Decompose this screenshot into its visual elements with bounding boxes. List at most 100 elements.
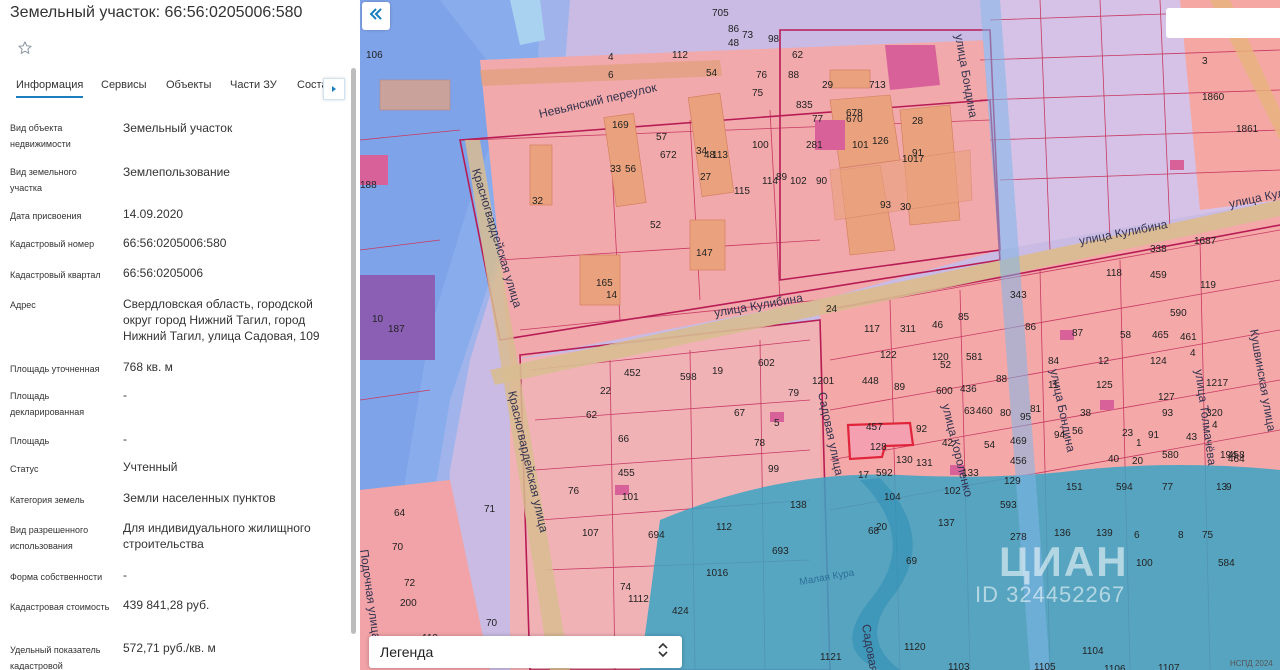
parcel-number-label: 33 xyxy=(610,164,622,175)
parcel-number-label: 594 xyxy=(1116,482,1133,493)
parcel-number-label: 835 xyxy=(796,100,813,111)
parcel-number-label: 8 xyxy=(1178,530,1184,541)
parcel-number-label: 75 xyxy=(1202,530,1214,541)
property-value: - xyxy=(123,388,127,402)
parcel-number-label: 70 xyxy=(486,618,498,629)
parcel-number-label: 580 xyxy=(1162,450,1179,461)
parcel-number-label: 713 xyxy=(869,80,886,91)
tabs-next-button[interactable] xyxy=(323,78,345,100)
parcel-number-label: 693 xyxy=(772,546,789,557)
parcel-number-label: 112 xyxy=(672,50,688,61)
parcel-number-label: 119 xyxy=(1200,280,1216,291)
parcel-number-label: 52 xyxy=(650,220,662,231)
parcel-number-label: 281 xyxy=(806,140,823,151)
property-value: 439 841,28 руб. xyxy=(123,598,210,612)
parcel-number-label: 138 xyxy=(790,500,807,511)
property-label: Адрес xyxy=(10,300,36,310)
parcel-number-label: 169 xyxy=(612,120,629,131)
parcel-number-label: 84 xyxy=(1048,356,1060,367)
parcel-number-label: 56 xyxy=(1072,426,1084,437)
parcel-number-label: 66 xyxy=(618,434,630,445)
star-outline-icon xyxy=(17,40,33,59)
property-value: Земельный участок xyxy=(123,121,233,135)
parcel-number-label: 10 xyxy=(372,314,384,325)
parcel-number-label: 3 xyxy=(1202,56,1208,67)
parcel-number-label: 9 xyxy=(1226,482,1232,493)
property-label: Кадастровая стоимость xyxy=(10,602,110,612)
legend-label: Легенда xyxy=(380,644,434,660)
parcel-number-label: 131 xyxy=(916,458,933,469)
parcel-number-label: 64 xyxy=(394,508,406,519)
parcel-number-label: 5 xyxy=(774,418,780,429)
parcel-number-label: 592 xyxy=(876,468,893,479)
map-canvas[interactable]: Невьянский переулок улица Бондина Красно… xyxy=(360,0,1280,670)
parcel-number-label: 457 xyxy=(866,422,883,433)
tab-services[interactable]: Сервисы xyxy=(101,79,147,91)
parcel-number-label: 27 xyxy=(700,172,712,183)
parcel-number-label: 1 xyxy=(1136,438,1142,449)
parcel-number-label: 1104 xyxy=(1082,646,1104,657)
parcel-number-label: 448 xyxy=(862,376,879,387)
parcel-number-label: 30 xyxy=(900,202,912,213)
property-value: Свердловская область, городской округ го… xyxy=(123,297,320,343)
parcel-number-label: 1217 xyxy=(1206,378,1229,389)
property-value: Земли населенных пунктов xyxy=(123,491,276,505)
parcel-number-label: 67 xyxy=(734,408,746,419)
parcel-number-label: 62 xyxy=(792,50,804,61)
parcel-number-label: 129 xyxy=(1004,476,1021,487)
parcel-number-label: 670 xyxy=(846,114,863,125)
tab-objects[interactable]: Объекты xyxy=(166,79,211,91)
parcel-number-label: 100 xyxy=(1136,558,1153,569)
parcel-number-label: 19 xyxy=(712,366,724,377)
property-value: Для индивидуального жилищного строительс… xyxy=(123,521,311,551)
tab-parcel-parts[interactable]: Части ЗУ xyxy=(230,79,277,91)
parcel-number-label: 48 xyxy=(704,150,716,161)
parcel-number-label: 93 xyxy=(1162,408,1174,419)
parcel-number-label: 88 xyxy=(996,374,1008,385)
parcel-number-label: 101 xyxy=(622,492,639,503)
property-label: Кадастровый квартал xyxy=(10,270,101,280)
parcel-number-label: 1120 xyxy=(904,642,926,653)
watermark-logo: ЦИАН xyxy=(999,538,1129,585)
parcel-number-label: 93 xyxy=(880,200,892,211)
parcel-number-label: 452 xyxy=(624,368,641,379)
property-label: Площадь уточненная xyxy=(10,364,100,374)
parcel-number-label: 54 xyxy=(984,440,996,451)
parcel-number-label: 590 xyxy=(1170,308,1187,319)
favorite-button[interactable] xyxy=(10,36,40,62)
legend-toggle[interactable]: Легенда xyxy=(369,636,682,668)
parcel-number-label: 311 xyxy=(900,324,916,335)
map-search-input[interactable] xyxy=(1166,8,1280,38)
property-label: Удельный показатель кадастровой xyxy=(10,645,101,670)
parcel-number-label: 115 xyxy=(734,186,750,197)
parcel-number-label: 4 xyxy=(1190,348,1196,359)
property-value: 66:56:0205006:580 xyxy=(123,236,227,250)
parcel-number-label: 62 xyxy=(586,410,598,421)
panel-scrollbar[interactable] xyxy=(351,68,356,634)
parcel-number-label: 104 xyxy=(884,492,901,503)
parcel-number-label: 456 xyxy=(1010,456,1027,467)
parcel-number-label: 14 xyxy=(606,290,618,301)
parcel-number-label: 1107 xyxy=(1158,663,1180,670)
parcel-number-label: 424 xyxy=(672,606,689,617)
parcel-number-label: 92 xyxy=(916,424,928,435)
tab-information[interactable]: Информация xyxy=(16,79,84,98)
parcel-number-label: 86 xyxy=(1025,322,1037,333)
parcel-number-label: 460 xyxy=(976,406,993,417)
chevron-right-icon xyxy=(330,80,338,98)
parcel-number-label: 1860 xyxy=(1202,92,1225,103)
parcel-number-label: 75 xyxy=(752,88,764,99)
collapse-panel-button[interactable] xyxy=(362,2,390,30)
parcel-number-label: 79 xyxy=(788,388,800,399)
parcel-number-label: 187 xyxy=(388,324,405,335)
parcel-number-label: 118 xyxy=(1106,268,1122,279)
parcel-number-label: 672 xyxy=(660,150,677,161)
parcel-number-label: 12 xyxy=(1098,356,1110,367)
info-panel: Земельный участок: 66:56:0205006:580 Инф… xyxy=(0,0,360,670)
map-attribution: НСПД 2024 xyxy=(1230,659,1273,668)
parcel-number-label: 188 xyxy=(360,180,377,191)
cadastral-map[interactable]: Невьянский переулок улица Бондина Красно… xyxy=(360,0,1280,670)
parcel-number-label: 107 xyxy=(582,528,599,539)
parcel-number-label: 112 xyxy=(716,522,732,533)
parcel-number-label: 48 xyxy=(728,38,740,49)
